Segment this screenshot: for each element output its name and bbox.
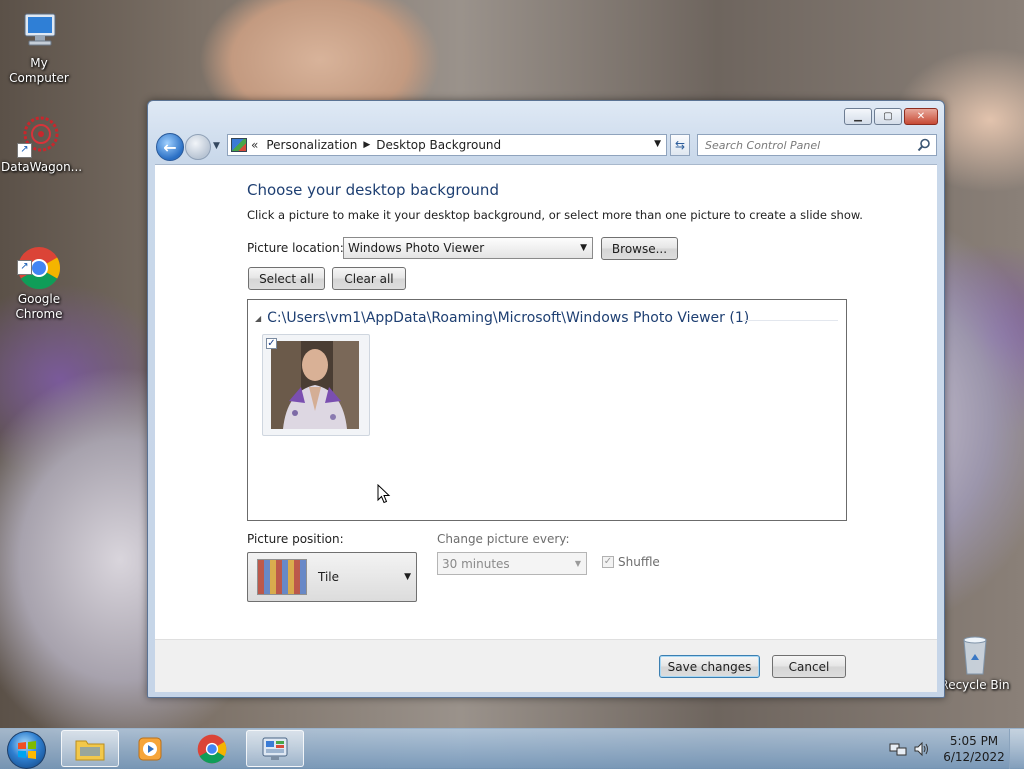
change-picture-every-value: 30 minutes: [442, 557, 510, 571]
maximize-button[interactable]: ▢: [874, 108, 902, 125]
mouse-cursor-icon: [377, 484, 391, 504]
address-dropdown-icon[interactable]: ▼: [654, 139, 661, 149]
media-player-icon: [138, 737, 162, 760]
change-picture-every-select[interactable]: 30 minutes ▼: [437, 552, 587, 575]
picture-position-label: Picture position:: [247, 532, 344, 546]
chevron-down-icon: ▼: [404, 572, 411, 582]
picture-location-value: Windows Photo Viewer: [348, 241, 485, 255]
folder-group-header[interactable]: ◢ C:\Users\vm1\AppData\Roaming\Microsoft…: [255, 310, 749, 326]
recent-pages-dropdown[interactable]: ▼: [213, 141, 220, 151]
windows-logo-icon: [17, 741, 36, 759]
back-arrow-icon: ←: [163, 137, 177, 157]
desktop-icon-label: My Computer: [9, 56, 69, 85]
desktop-icon-label: Recycle Bin: [940, 678, 1010, 692]
volume-icon[interactable]: [913, 741, 931, 757]
network-icon[interactable]: [889, 741, 907, 757]
select-all-button[interactable]: Select all: [248, 267, 325, 290]
collapse-caret-icon[interactable]: ◢: [255, 314, 261, 323]
chevron-double-left-icon[interactable]: «: [251, 138, 258, 152]
start-button[interactable]: [7, 731, 46, 769]
desktop-icon-datawagon[interactable]: ↗ DataWagon...: [1, 114, 83, 175]
desktop-icon-recycle-bin[interactable]: Recycle Bin: [937, 632, 1013, 693]
browse-button[interactable]: Browse...: [601, 237, 678, 260]
chevron-down-icon: ▼: [580, 243, 587, 253]
breadcrumb-desktop-background[interactable]: Desktop Background: [376, 138, 501, 152]
clock[interactable]: 5:05 PM 6/12/2022: [939, 733, 1009, 765]
desktop-icon-google-chrome[interactable]: ↗ Google Chrome: [1, 216, 77, 337]
caption-buttons: ▁ ▢ ✕: [842, 108, 938, 125]
clear-all-button[interactable]: Clear all: [332, 267, 406, 290]
control-panel-icon: [262, 737, 288, 760]
shuffle-checkbox[interactable]: ✓: [602, 556, 614, 568]
taskbar-explorer-button[interactable]: [61, 730, 119, 767]
taskbar: 5:05 PM 6/12/2022: [0, 728, 1024, 769]
desktop-icon-my-computer[interactable]: My Computer: [1, 10, 77, 86]
folder-icon: [75, 740, 105, 760]
refresh-icon: ⇆: [674, 138, 686, 152]
desktop-icon-label: DataWagon...: [1, 160, 83, 174]
desktop-background-window: ▁ ▢ ✕ ← ▼ « Personalization ▶ Desktop Ba…: [147, 100, 945, 698]
forward-button[interactable]: [185, 134, 211, 160]
chrome-icon: [197, 734, 227, 763]
show-desktop-button[interactable]: [1009, 729, 1024, 769]
chevron-down-icon: ▼: [574, 559, 581, 568]
recycle-bin-icon: [953, 632, 997, 676]
clock-time: 5:05 PM: [949, 734, 999, 748]
clock-date: 6/12/2022: [943, 750, 1005, 764]
search-icon[interactable]: [917, 138, 931, 152]
breadcrumb-personalization[interactable]: Personalization: [266, 138, 357, 152]
shuffle-label: Shuffle: [618, 555, 660, 569]
group-divider: [743, 320, 838, 321]
address-bar[interactable]: « Personalization ▶ Desktop Background ▼: [227, 134, 667, 156]
search-box[interactable]: [697, 134, 937, 156]
close-button[interactable]: ✕: [904, 108, 938, 125]
picture-position-value: Tile: [318, 570, 340, 584]
shuffle-option[interactable]: ✓ Shuffle: [602, 555, 660, 569]
tile-preview-icon: [257, 559, 307, 595]
desktop-icon-label: Google Chrome: [15, 292, 63, 321]
taskbar-control-panel-button[interactable]: [246, 730, 304, 767]
chrome-icon: ↗: [17, 231, 61, 290]
control-panel-icon: [231, 138, 247, 152]
page-title: Choose your desktop background: [247, 181, 499, 199]
datawagon-icon: ↗: [17, 114, 61, 158]
save-changes-button[interactable]: Save changes: [659, 655, 760, 678]
back-button[interactable]: ←: [156, 133, 184, 161]
photo-image: [271, 341, 359, 429]
dialog-footer: Save changes Cancel: [155, 639, 937, 692]
shortcut-arrow-icon: ↗: [17, 260, 32, 275]
change-picture-every-label: Change picture every:: [437, 532, 570, 546]
taskbar-chrome-button[interactable]: [183, 730, 241, 767]
cancel-button[interactable]: Cancel: [772, 655, 846, 678]
computer-icon: [17, 10, 61, 54]
picture-thumbnail[interactable]: ✓: [262, 334, 370, 436]
picture-location-label: Picture location:: [247, 241, 344, 255]
page-description: Click a picture to make it your desktop …: [247, 208, 863, 222]
folder-group-path: C:\Users\vm1\AppData\Roaming\Microsoft\W…: [267, 310, 750, 326]
picture-location-select[interactable]: Windows Photo Viewer ▼: [343, 237, 593, 259]
navigation-bar: ← ▼ « Personalization ▶ Desktop Backgrou…: [156, 132, 937, 161]
shortcut-arrow-icon: ↗: [17, 143, 32, 158]
refresh-button[interactable]: ⇆: [670, 134, 690, 156]
picture-gallery[interactable]: ◢ C:\Users\vm1\AppData\Roaming\Microsoft…: [247, 299, 847, 521]
picture-position-select[interactable]: Tile ▼: [247, 552, 417, 602]
taskbar-media-player-button[interactable]: [121, 730, 179, 767]
breadcrumb-separator-icon[interactable]: ▶: [363, 140, 370, 150]
search-input[interactable]: [705, 138, 905, 152]
system-tray: 5:05 PM 6/12/2022: [889, 729, 1024, 769]
thumbnail-checkbox[interactable]: ✓: [266, 338, 277, 349]
content-pane: Choose your desktop background Click a p…: [155, 164, 937, 639]
minimize-button[interactable]: ▁: [844, 108, 872, 125]
